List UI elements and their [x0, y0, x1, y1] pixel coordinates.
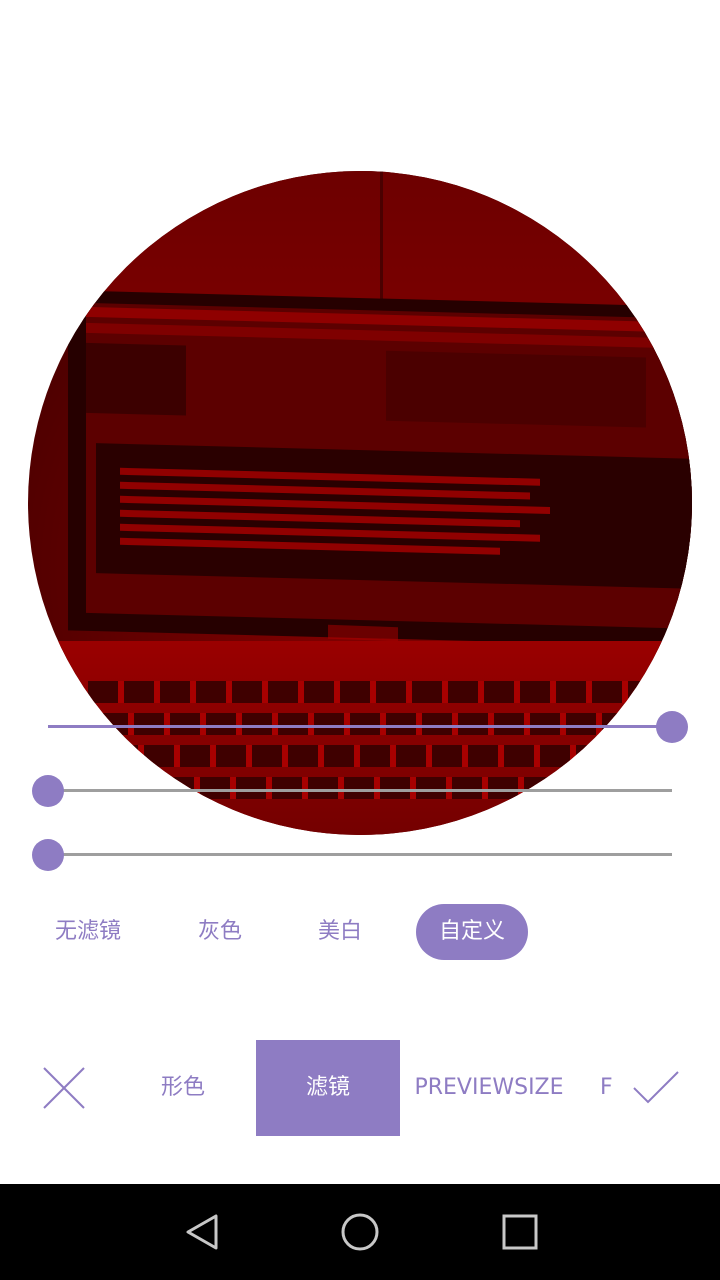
- filter-gray-chip[interactable]: 灰色: [180, 904, 260, 960]
- filter-custom-chip[interactable]: 自定义: [416, 904, 528, 960]
- close-icon[interactable]: [40, 1064, 88, 1116]
- slider-track: [48, 789, 672, 792]
- screen: 无滤镜 灰色 美白 自定义 形色 滤镜 PREVIEWSIZE F: [0, 0, 720, 1280]
- tab-preview-size[interactable]: PREVIEWSIZE: [410, 1040, 568, 1136]
- filter-whiten-chip[interactable]: 美白: [300, 904, 380, 960]
- home-icon[interactable]: [340, 1212, 380, 1256]
- slider-thumb[interactable]: [32, 839, 64, 871]
- slider-2[interactable]: [32, 771, 672, 811]
- slider-fill: [48, 725, 672, 728]
- slider-1[interactable]: [48, 707, 688, 747]
- back-icon[interactable]: [182, 1212, 222, 1256]
- system-navigation-bar: [0, 1184, 720, 1280]
- slider-3[interactable]: [32, 835, 672, 875]
- slider-thumb[interactable]: [32, 775, 64, 807]
- bottom-tab-bar: 形色 滤镜 PREVIEWSIZE F: [0, 1040, 720, 1136]
- tab-shape-color[interactable]: 形色: [120, 1040, 246, 1136]
- tab-filter[interactable]: 滤镜: [256, 1040, 400, 1136]
- slider-thumb[interactable]: [656, 711, 688, 743]
- slider-track: [48, 853, 672, 856]
- recents-icon[interactable]: [502, 1212, 538, 1256]
- check-icon[interactable]: [632, 1070, 680, 1110]
- tab-overflow[interactable]: F: [600, 1040, 612, 1136]
- filter-none-chip[interactable]: 无滤镜: [40, 904, 136, 960]
